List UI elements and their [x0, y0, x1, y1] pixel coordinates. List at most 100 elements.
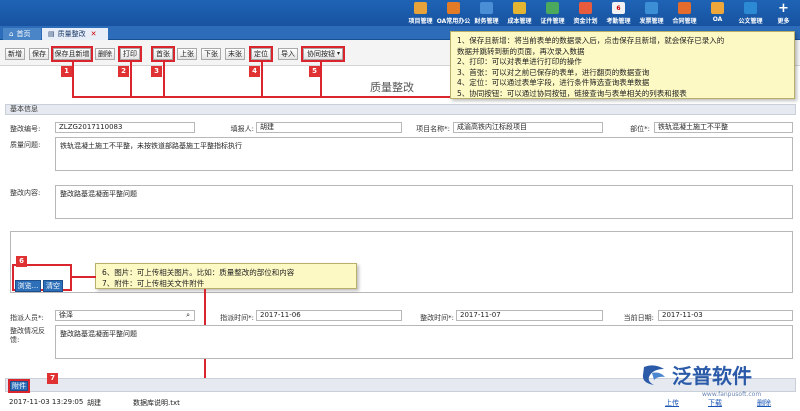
cost-icon: [513, 2, 526, 14]
calendar-icon: 6: [612, 2, 625, 14]
contract-icon: [678, 2, 691, 14]
module-label: 资金计划: [573, 18, 598, 25]
module-calendar-button[interactable]: 6 考勤管理: [602, 0, 635, 26]
content-textarea[interactable]: 整改路基混凝面平整问题: [55, 185, 793, 219]
rect-time-label: 整改时间*:: [420, 314, 454, 322]
today-field[interactable]: 2017-11-03: [658, 310, 793, 321]
document-icon: [744, 2, 757, 14]
module-invoice-button[interactable]: 发票管理: [635, 0, 668, 26]
plus-icon: +: [778, 0, 789, 16]
section-basic-info: 基本信息: [5, 104, 796, 115]
rect-time-field[interactable]: 2017-11-07: [456, 310, 603, 321]
highlight-save-and-new: [51, 46, 93, 62]
code-field[interactable]: ZLZG2017110083: [55, 122, 195, 133]
module-label: 合同管理: [672, 18, 697, 25]
module-menu: 项目管理 OA常用办公 财务管理 成本管理 证件管理 资金计划 6 考勤管理 发票管理 合同管理 O…: [404, 0, 800, 26]
assign-time-label: 指派时间*:: [220, 314, 254, 322]
last-record-button[interactable]: 末张: [225, 48, 245, 60]
browse-button[interactable]: 浏览...: [15, 280, 41, 292]
download-link[interactable]: 下载: [708, 398, 722, 408]
delete-link[interactable]: 删除: [757, 398, 771, 408]
oa-icon: [447, 2, 460, 14]
assignee-value: 徐泽: [59, 311, 73, 319]
part-field[interactable]: 铁轨混凝土施工不平整: [654, 122, 793, 133]
attachment-button[interactable]: 附件: [10, 381, 28, 391]
module-chart-button[interactable]: 项目管理: [404, 0, 437, 26]
annotation-note-upload: 6、图片：可上传相关图片。比如：质量整改的部位和内容 7、附件：可上传相关文件附…: [95, 263, 357, 289]
brand-logo: 泛普软件: [640, 360, 752, 389]
module-document-button[interactable]: 公文管理: [734, 0, 767, 26]
next-record-button[interactable]: 下张: [201, 48, 221, 60]
import-button[interactable]: 导入: [278, 48, 298, 60]
module-label: 项目管理: [408, 18, 433, 25]
attachment-row: 2017-11-03 13:29:05 胡建 数据库说明.txt 上传 下载 删…: [5, 398, 796, 408]
module-label: OA: [712, 16, 723, 23]
module-contract-button[interactable]: 合同管理: [668, 0, 701, 26]
marker-2: 2: [118, 66, 129, 77]
note-line: 7、附件：可上传相关文件附件: [102, 278, 205, 288]
module-finance-button[interactable]: 财务管理: [470, 0, 503, 26]
upload-link[interactable]: 上传: [665, 398, 679, 408]
note-line: 2、打印：可以对表单进行打印的操作: [457, 57, 582, 66]
tab-home[interactable]: ⌂ 首页: [3, 28, 41, 40]
module-plus-button[interactable]: + 更多: [767, 0, 800, 26]
note-line: 数据并跳转到新的页面，再次录入数据: [457, 46, 585, 56]
module-label: 成本管理: [507, 18, 532, 25]
search-icon[interactable]: ⌕: [186, 311, 190, 320]
attachment-user: 胡建: [87, 399, 101, 407]
module-label: 财务管理: [474, 18, 499, 25]
save-button[interactable]: 保存: [29, 48, 49, 60]
previous-record-button[interactable]: 上张: [177, 48, 197, 60]
connector-line: [261, 62, 263, 98]
invoice-icon: [645, 2, 658, 14]
module-certificate-button[interactable]: 证件管理: [536, 0, 569, 26]
note-line: 5、协同按钮：可以通过协同按钮，链接查询与表单相关的列表和报表: [457, 88, 687, 98]
issue-textarea[interactable]: 铁轨混凝土施工不平整，未按铁道部路基施工平整指标执行: [55, 137, 793, 171]
today-label: 当前日期:: [623, 314, 654, 322]
assign-time-field[interactable]: 2017-11-06: [256, 310, 402, 321]
highlight-locate: [249, 46, 273, 62]
brand-url: www.fanpusoft.com: [702, 391, 762, 398]
add-button[interactable]: 新增: [5, 48, 25, 60]
oa-icon: [711, 2, 724, 14]
connector-line: [320, 62, 322, 98]
finance-icon: [480, 2, 493, 14]
annotation-note-toolbar: 1、保存且新增：将当前表单的数据录入后，点击保存且新增，就会保存已录入的 数据并…: [450, 31, 795, 99]
status-textarea[interactable]: 整改路基混凝面平整问题: [55, 325, 793, 359]
project-field[interactable]: 成渝高铁内江标段项目: [453, 122, 603, 133]
marker-4: 4: [249, 66, 260, 77]
marker-6: 6: [16, 256, 27, 267]
attachment-time: 2017-11-03 13:29:05: [9, 398, 84, 406]
connector-line: [163, 62, 165, 98]
note-line: 3、首张：可以对之前已保存的表单，进行翻页的数据查询: [457, 67, 650, 77]
page-title: 质量整改: [370, 81, 414, 94]
delete-button[interactable]: 删除: [95, 48, 115, 60]
tab-home-label: 首页: [16, 30, 31, 38]
note-line: 6、图片：可上传相关图片。比如：质量整改的部位和内容: [102, 268, 295, 277]
module-cost-button[interactable]: 成本管理: [503, 0, 536, 26]
marker-5: 5: [309, 66, 320, 77]
tab-quality-rectification[interactable]: ▤ 质量整改 ✕: [42, 28, 108, 40]
highlight-print: [118, 46, 142, 62]
module-label: 更多: [777, 18, 790, 25]
assignee-field[interactable]: 徐泽 ⌕: [55, 310, 195, 321]
module-label: 考勤管理: [606, 18, 631, 25]
brand-mark-icon: [642, 364, 665, 385]
brand-name: 泛普软件: [672, 364, 752, 388]
module-label: 发票管理: [639, 18, 664, 25]
module-oa-button[interactable]: OA: [701, 0, 734, 26]
part-label: 部位*:: [630, 125, 650, 133]
module-fund-button[interactable]: 资金计划: [569, 0, 602, 26]
fund-icon: [579, 2, 592, 14]
marker-7: 7: [47, 373, 58, 384]
chart-icon: [414, 2, 427, 14]
highlight-first: [151, 46, 175, 62]
close-tab-icon[interactable]: ✕: [91, 28, 97, 40]
clear-button[interactable]: 清空: [43, 280, 63, 292]
module-label: 公文管理: [738, 18, 763, 25]
document-icon: ▤: [48, 30, 55, 38]
connector-line: [72, 96, 450, 98]
module-oa-button[interactable]: OA常用办公: [437, 0, 470, 26]
reporter-field[interactable]: 胡建: [256, 122, 402, 133]
home-icon: ⌂: [9, 30, 14, 38]
